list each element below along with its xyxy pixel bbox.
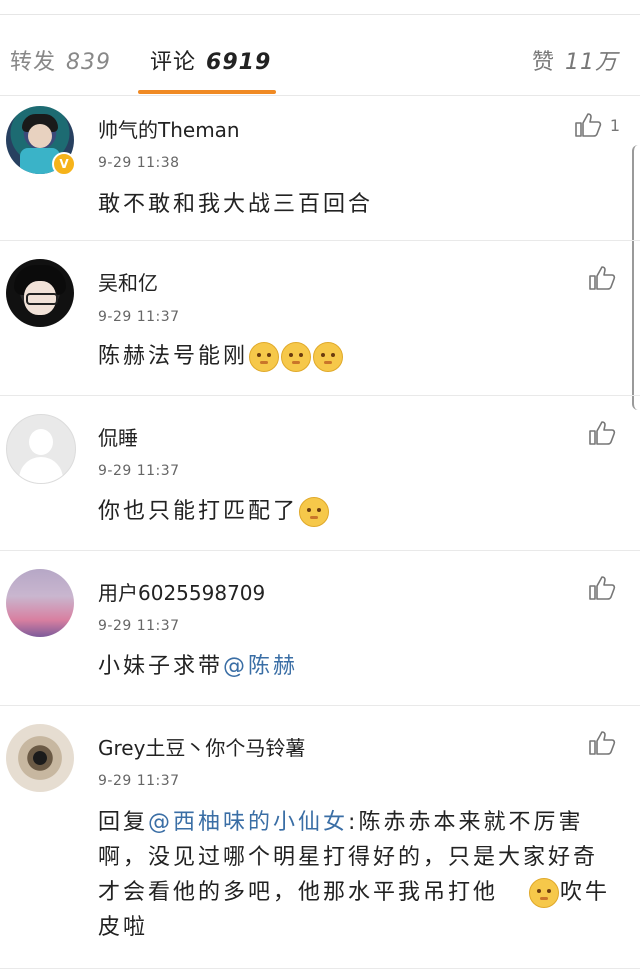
comment-item: Grey土豆丶你个马铃薯 9-29 11:37 回复@西柚味的小仙女:陈赤赤本来… [0,706,640,975]
avatar-head [29,429,53,455]
comment-author[interactable]: Grey土豆丶你个马铃薯 [98,732,305,761]
tab-likes-count: 11万 [565,50,618,75]
comment-text: 陈赫法号能刚 [98,339,618,374]
comment-text: 回复@西柚味的小仙女:陈赤赤本来就不厉害啊，没见过哪个明星打得好的，只是大家好奇… [98,805,618,945]
comment-author[interactable]: 吴和亿 [98,267,158,296]
like-button[interactable] [588,730,616,756]
mention-link[interactable]: @陈赫 [223,654,298,679]
verified-badge-icon: V [52,152,76,176]
comment-text-reply-prefix: 回复 [98,810,149,835]
tab-likes-label: 赞 [531,50,555,75]
comment-author[interactable]: 帅气的Theman [98,114,240,143]
comment-time: 9-29 11:37 [98,618,180,634]
comment-text-content: 小妹子求带 [98,654,224,679]
tab-comments[interactable]: 评论 6919 [150,44,271,76]
tab-bar: 转发 839 评论 6919 赞 11万 [0,30,640,94]
doge-emoji-icon [313,342,344,372]
mention-link[interactable]: @西柚味的小仙女 [148,810,348,835]
comment-time: 9-29 11:38 [98,155,180,171]
thinking-emoji-icon [529,878,559,908]
comment-text: 你也只能打匹配了 [98,494,618,529]
avatar-glasses [26,293,58,305]
tab-likes[interactable]: 赞 11万 [532,44,618,76]
avatar[interactable] [6,569,74,637]
tab-comments-label: 评论 [150,50,197,75]
thumbs-up-icon [589,731,616,755]
comment-text: 小妹子求带@陈赫 [98,649,618,684]
tab-repost-count: 839 [66,50,112,75]
thumbs-up-icon [575,113,602,137]
tab-comments-count: 6919 [206,50,272,75]
thumbs-up-icon [589,421,616,445]
thinking-emoji-icon [299,497,330,527]
comment-item: 吴和亿 9-29 11:37 陈赫法号能刚 [0,241,640,395]
like-button[interactable] [574,112,602,138]
doge-emoji-icon [281,342,312,372]
default-avatar-icon[interactable] [6,414,76,484]
top-divider [0,14,640,15]
thumbs-up-icon [589,576,616,600]
like-button[interactable] [588,420,616,446]
comment-item: 侃睡 9-29 11:37 你也只能打匹配了 [0,396,640,550]
comment-text-content: 陈赫法号能刚 [98,344,249,369]
avatar[interactable] [6,724,74,792]
comment-divider [0,968,640,969]
comment-text: 敢不敢和我大战三百回合 [98,192,374,217]
comment-item: 用户6025598709 9-29 11:37 小妹子求带@陈赫 [0,551,640,705]
like-button[interactable] [588,575,616,601]
tab-repost[interactable]: 转发 839 [10,44,111,76]
like-button[interactable] [588,265,616,291]
comment-text-content: 你也只能打匹配了 [98,499,299,524]
comment-item: V 帅气的Theman 9-29 11:38 敢不敢和我大战三百回合 1 [0,96,640,240]
avatar[interactable] [6,259,74,327]
comment-author[interactable]: 用户6025598709 [98,577,265,606]
comment-time: 9-29 11:37 [98,309,180,325]
tab-repost-label: 转发 [10,50,57,75]
avatar-face [28,124,52,148]
comment-time: 9-29 11:37 [98,773,180,789]
like-count: 1 [609,116,620,135]
active-tab-indicator [138,90,276,94]
doge-emoji-icon [249,342,280,372]
comment-time: 9-29 11:37 [98,463,180,479]
comment-author[interactable]: 侃睡 [98,422,138,451]
avatar-body [19,457,63,483]
thumbs-up-icon [589,266,616,290]
